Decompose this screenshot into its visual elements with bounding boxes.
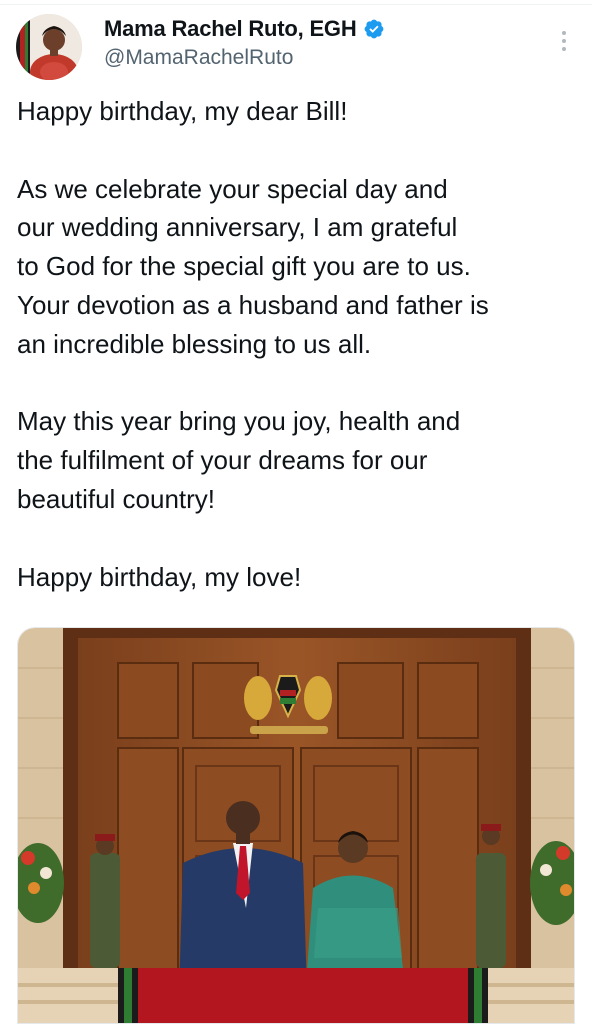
tweet-line: Your devotion as a husband and father is	[17, 289, 489, 320]
tweet-line: an incredible blessing to us all.	[17, 328, 372, 359]
tweet-line: to God for the special gift you are to u…	[17, 251, 471, 282]
tweet-line: May this year bring you joy, health and	[17, 406, 461, 437]
display-name[interactable]: Mama Rachel Ruto, EGH	[104, 16, 357, 42]
verified-badge-icon	[363, 18, 385, 40]
tweet-photo[interactable]	[17, 627, 575, 1024]
profile-avatar[interactable]	[16, 14, 82, 80]
tweet-line: our wedding anniversary, I am grateful	[17, 212, 458, 243]
tweet-line: As we celebrate your special day and	[17, 173, 448, 204]
tweet-line: beautiful country!	[17, 483, 216, 514]
tweet-line: Happy birthday, my dear Bill!	[17, 96, 348, 126]
more-options-icon[interactable]	[552, 26, 576, 56]
top-divider	[0, 4, 592, 5]
user-handle[interactable]: @MamaRachelRuto	[104, 46, 385, 70]
tweet-line: Happy birthday, my love!	[17, 561, 302, 592]
tweet-header: Mama Rachel Ruto, EGH @MamaRachelRuto	[16, 12, 576, 80]
tweet-line: the fulfilment of your dreams for our	[17, 445, 428, 476]
tweet-text: Happy birthday, my dear Bill! As we cele…	[17, 92, 577, 596]
